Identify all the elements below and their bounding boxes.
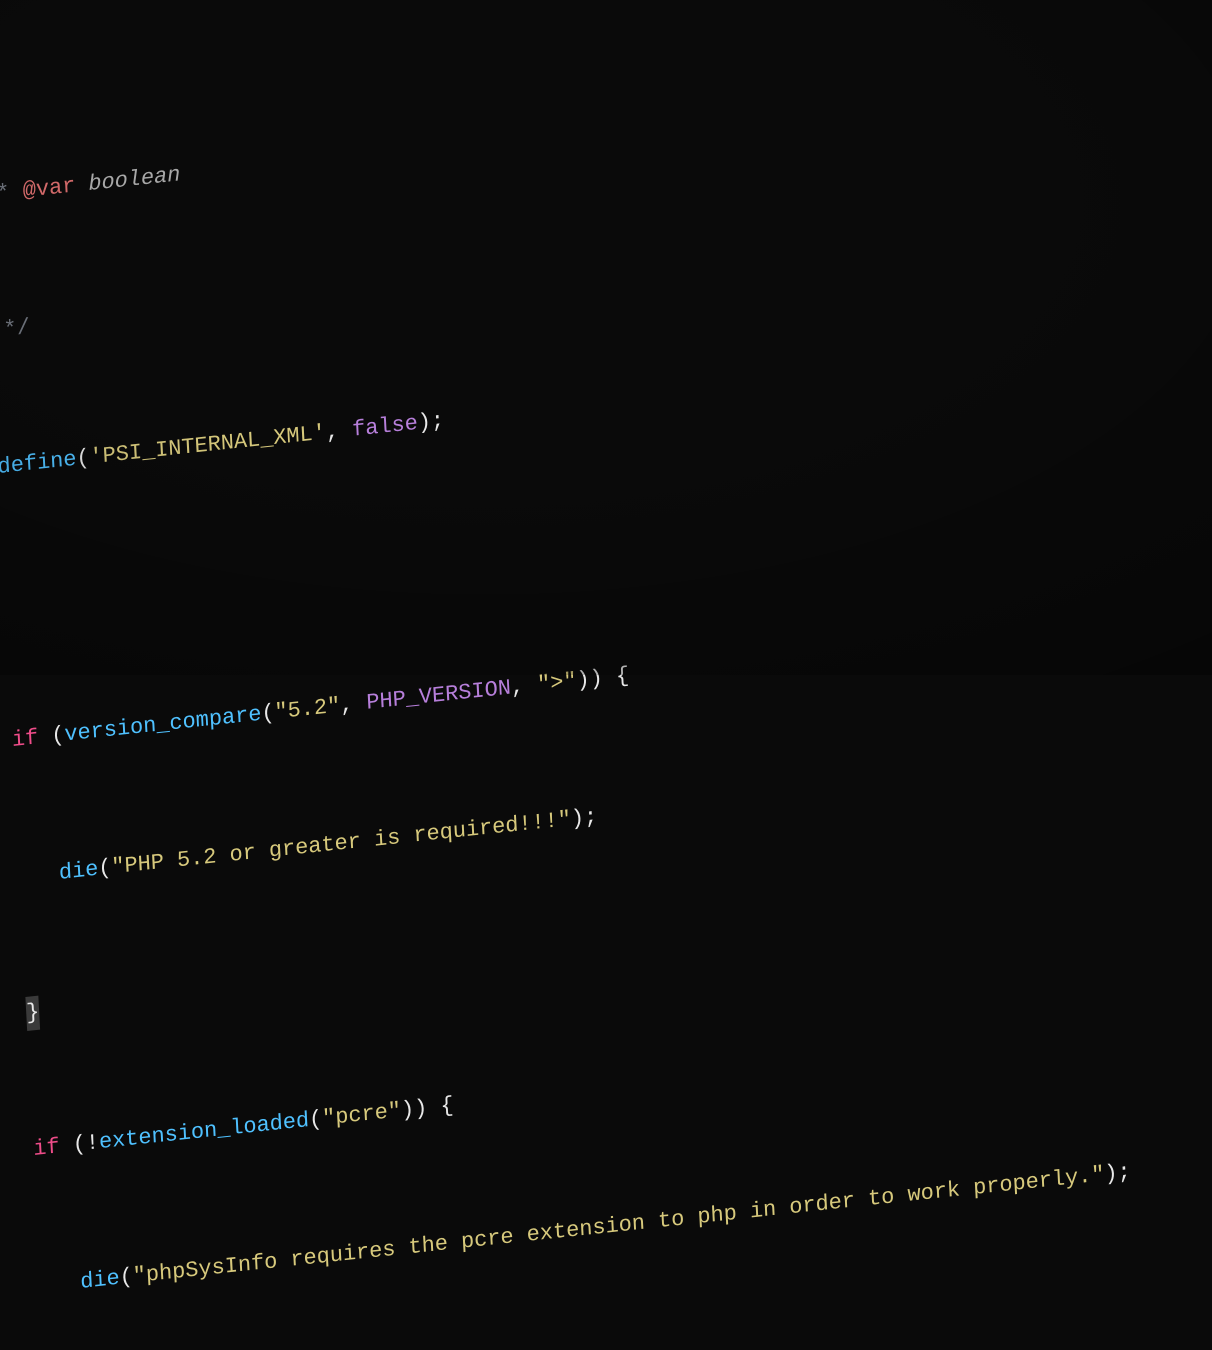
doc-type: boolean — [88, 162, 181, 197]
version-compare: version_compare — [64, 702, 262, 748]
comma: , — [325, 418, 353, 446]
rparen: ) — [414, 1096, 428, 1122]
lparen: ( — [119, 1264, 133, 1290]
str-php-required: "PHP 5.2 or greater is required!!!" — [111, 807, 572, 880]
str-pcre-required: "phpSysInfo requires the pcre extension … — [132, 1162, 1105, 1289]
rparen: ) — [1104, 1160, 1118, 1186]
lparen: ( — [261, 701, 275, 727]
comma: , — [510, 673, 538, 701]
code-editor: * * @var boolean */ define ( 'PSI_INTERNAL… — [0, 0, 1212, 1350]
doc-close: */ — [0, 315, 31, 344]
lparen: ( — [51, 723, 65, 749]
semi: ; — [583, 804, 597, 830]
str-52: "5.2" — [274, 694, 341, 726]
lparen: ( — [98, 855, 112, 881]
lparen: ( — [72, 1132, 86, 1158]
semi: ; — [430, 408, 444, 434]
str-psi-internal: 'PSI_INTERNAL_XML' — [89, 421, 327, 471]
not-op: ! — [85, 1130, 99, 1156]
die-call: die — [58, 856, 99, 885]
die-call: die — [80, 1265, 121, 1294]
rparen: ) — [570, 805, 584, 831]
rparen: ) — [576, 667, 590, 693]
doc-star: * — [0, 42, 16, 71]
rparen: ) — [400, 1097, 414, 1123]
rparen: ) — [417, 410, 431, 436]
lparen: ( — [308, 1107, 322, 1133]
php-version: PHP_VERSION — [366, 676, 512, 716]
extension-loaded: extension_loaded — [98, 1108, 309, 1155]
lbrace: { — [615, 663, 629, 689]
comma: , — [340, 691, 368, 719]
if-keyword: if — [11, 725, 39, 753]
define-call: define — [0, 447, 77, 480]
if-keyword: if — [33, 1135, 61, 1163]
str-pcre: "pcre" — [322, 1099, 402, 1132]
lbrace: { — [440, 1093, 454, 1119]
doc-star: * — [0, 179, 23, 208]
rbrace: } — [26, 1000, 40, 1026]
semi: ; — [1117, 1159, 1131, 1185]
rparen: ) — [589, 666, 603, 692]
doc-annotation: @var — [22, 173, 76, 204]
false-literal: false — [352, 411, 419, 443]
str-gt: ">" — [537, 669, 578, 698]
